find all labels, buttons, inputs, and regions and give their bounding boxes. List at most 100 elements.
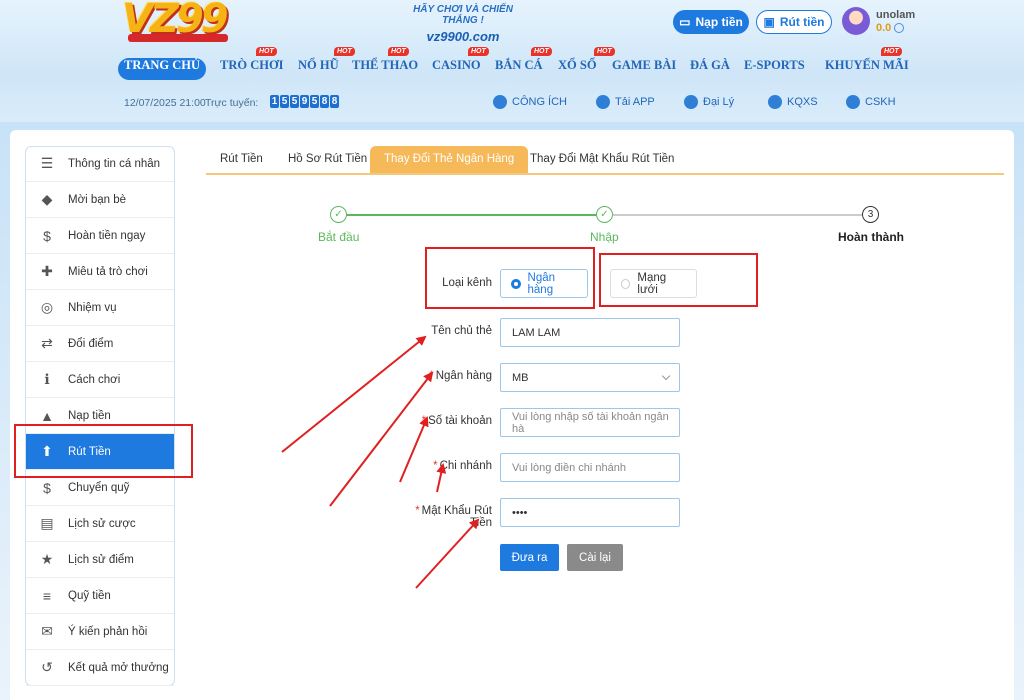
sidebar-item-label: Quỹ tiền	[68, 589, 111, 602]
util-dai-ly[interactable]: Đại Lý	[684, 95, 734, 109]
online-digit: 8	[320, 95, 329, 108]
slogan-line1: HÃY CHƠI VÀ CHIẾN THẮNG !	[413, 4, 513, 26]
util-cong-ich[interactable]: CÔNG ÍCH	[493, 95, 567, 109]
sidebar-item-label: Lịch sử cược	[68, 517, 136, 530]
handshake-icon	[684, 95, 698, 109]
step-1-check-icon: ✓	[330, 206, 347, 223]
chevron-down-icon	[661, 371, 671, 381]
tab-1[interactable]: Hồ Sơ Rút Tiền	[274, 146, 381, 173]
step-1-label: Bắt đầu	[318, 230, 360, 244]
sidebar-item-2[interactable]: $ Hoàn tiền ngay	[26, 218, 174, 254]
reset-button[interactable]: Cài lại	[567, 544, 623, 571]
nav-item-1[interactable]: TRÒ CHƠI HOT	[220, 47, 284, 80]
transfer-icon: $	[43, 479, 51, 496]
tab-3[interactable]: Thay Đổi Mật Khẩu Rút Tiền	[516, 146, 688, 173]
nav-item-6[interactable]: XỔ SỐ HOT	[558, 47, 615, 80]
username: unolam	[876, 9, 916, 21]
tab-0[interactable]: Rút Tiền	[206, 146, 277, 173]
sidebar-item-13[interactable]: ✉ Ý kiến phản hồi	[26, 614, 174, 650]
nav-item-7[interactable]: GAME BÀI	[612, 58, 676, 80]
sidebar-item-label: Kết quả mở thưởng	[68, 661, 169, 674]
online-digit: 9	[300, 95, 309, 108]
deposit-icon: ▲	[40, 407, 54, 424]
withdraw-button[interactable]: ▣ Rút tiền	[756, 10, 832, 34]
submit-button[interactable]: Đưa ra	[500, 544, 559, 571]
nav-item-9[interactable]: E-SPORTS	[744, 58, 805, 80]
sidebar-item-label: Cách chơi	[68, 373, 121, 386]
bank-select[interactable]: MB	[500, 363, 680, 392]
site-logo[interactable]: VZ99	[120, 0, 250, 46]
nav-item-5[interactable]: BẮN CÁ HOT	[495, 47, 552, 80]
balance: 0.0	[876, 22, 905, 34]
avatar[interactable]	[842, 7, 870, 35]
sidebar-item-14[interactable]: ↺ Kết quả mở thưởng	[26, 650, 174, 686]
step-2-check-icon: ✓	[596, 206, 613, 223]
nav-item-4[interactable]: CASINO HOT	[432, 47, 489, 80]
sidebar-item-6[interactable]: ℹ Cách chơi	[26, 362, 174, 398]
sidebar-item-3[interactable]: ✚ Miêu tả trò chơi	[26, 254, 174, 290]
sidebar-item-4[interactable]: ◎ Nhiệm vụ	[26, 290, 174, 326]
coins-icon: ≡	[42, 587, 52, 604]
hot-badge: HOT	[594, 47, 615, 56]
sidebar-item-0[interactable]: ☰ Thông tin cá nhân	[26, 146, 174, 182]
headset-icon	[846, 95, 860, 109]
hot-badge: HOT	[531, 47, 552, 56]
online-digit: 8	[330, 95, 339, 108]
online-digit: 5	[280, 95, 289, 108]
sidebar-item-label: Chuyển quỹ	[68, 481, 130, 494]
tab-2[interactable]: Thay Đổi Thẻ Ngân Hàng	[370, 146, 529, 173]
hot-badge: HOT	[256, 47, 277, 56]
holder-name-field[interactable]: LAM LAM	[500, 318, 680, 347]
sidebar-item-label: Mời bạn bè	[68, 193, 127, 206]
nav-item-10[interactable]: KHUYẾN MÃI HOT	[825, 47, 909, 80]
account-number-field[interactable]: Vui lòng nhập số tài khoản ngân hà	[500, 408, 680, 437]
slogan: HÃY CHƠI VÀ CHIẾN THẮNG ! vz9900.com	[398, 4, 528, 44]
hot-badge: HOT	[468, 47, 489, 56]
online-digit: 1	[270, 95, 279, 108]
nav-item-2[interactable]: NỔ HŨ HOT	[298, 47, 355, 80]
annotation-box-network	[599, 253, 758, 307]
history-icon: ↺	[41, 659, 53, 675]
clipboard-icon: ▤	[40, 515, 54, 531]
hot-badge: HOT	[388, 47, 409, 56]
deposit-button[interactable]: ▭ Nạp tiền	[673, 10, 749, 34]
globe-icon	[768, 95, 782, 109]
sidebar-item-label: Nhiệm vụ	[68, 301, 117, 314]
card-icon: ▣	[763, 15, 775, 29]
sidebar-item-label: Lịch sử điểm	[68, 553, 134, 566]
charity-icon	[493, 95, 507, 109]
account-sidebar: ☰ Thông tin cá nhân ◆ Mời bạn bè $ Hoàn tiền …	[25, 146, 175, 686]
sidebar-item-label: Miêu tả trò chơi	[68, 265, 148, 278]
nav-item-8[interactable]: ĐÁ GÀ	[690, 58, 730, 80]
sidebar-item-label: Thông tin cá nhân	[68, 157, 161, 170]
hot-badge: HOT	[881, 47, 902, 56]
site-header: VZ99 HÃY CHƠI VÀ CHIẾN THẮNG ! vz9900.co…	[0, 0, 1024, 122]
branch-field[interactable]: Vui lòng điền chi nhánh	[500, 453, 680, 482]
bank-label: * Ngân hàng	[429, 370, 492, 382]
sidebar-item-12[interactable]: ≡ Quỹ tiền	[26, 578, 174, 614]
util-cskh[interactable]: CSKH	[846, 95, 896, 109]
annotation-box-sidebar	[14, 424, 193, 478]
online-digit: 5	[310, 95, 319, 108]
online-digit: 5	[290, 95, 299, 108]
refresh-icon[interactable]	[894, 23, 905, 33]
info-icon: ℹ	[44, 371, 50, 387]
util-kqxs[interactable]: KQXS	[768, 95, 818, 109]
branch-label: * Chi nhánh	[433, 460, 492, 472]
user-card-icon: ☰	[40, 155, 54, 171]
sidebar-item-10[interactable]: ▤ Lịch sử cược	[26, 506, 174, 542]
step-3-label: Hoàn thành	[838, 230, 904, 244]
diamond-icon: ◆	[41, 191, 53, 207]
sidebar-item-11[interactable]: ★ Lịch sử điểm	[26, 542, 174, 578]
nav-item-3[interactable]: THỂ THAO HOT	[352, 47, 418, 80]
account-label: * Số tài khoản	[421, 415, 492, 427]
withdraw-password-field[interactable]: ••••	[500, 498, 680, 527]
sidebar-item-1[interactable]: ◆ Mời bạn bè	[26, 182, 174, 218]
sidebar-item-5[interactable]: ⇄ Đổi điểm	[26, 326, 174, 362]
step-2-label: Nhập	[590, 230, 619, 244]
step-line-1	[346, 214, 603, 216]
wallet-icon: ▭	[679, 15, 691, 29]
nav-item-0[interactable]: TRANG CHỦ	[118, 58, 207, 80]
util-tai-app[interactable]: Tải APP	[596, 95, 655, 109]
phone-icon	[596, 95, 610, 109]
